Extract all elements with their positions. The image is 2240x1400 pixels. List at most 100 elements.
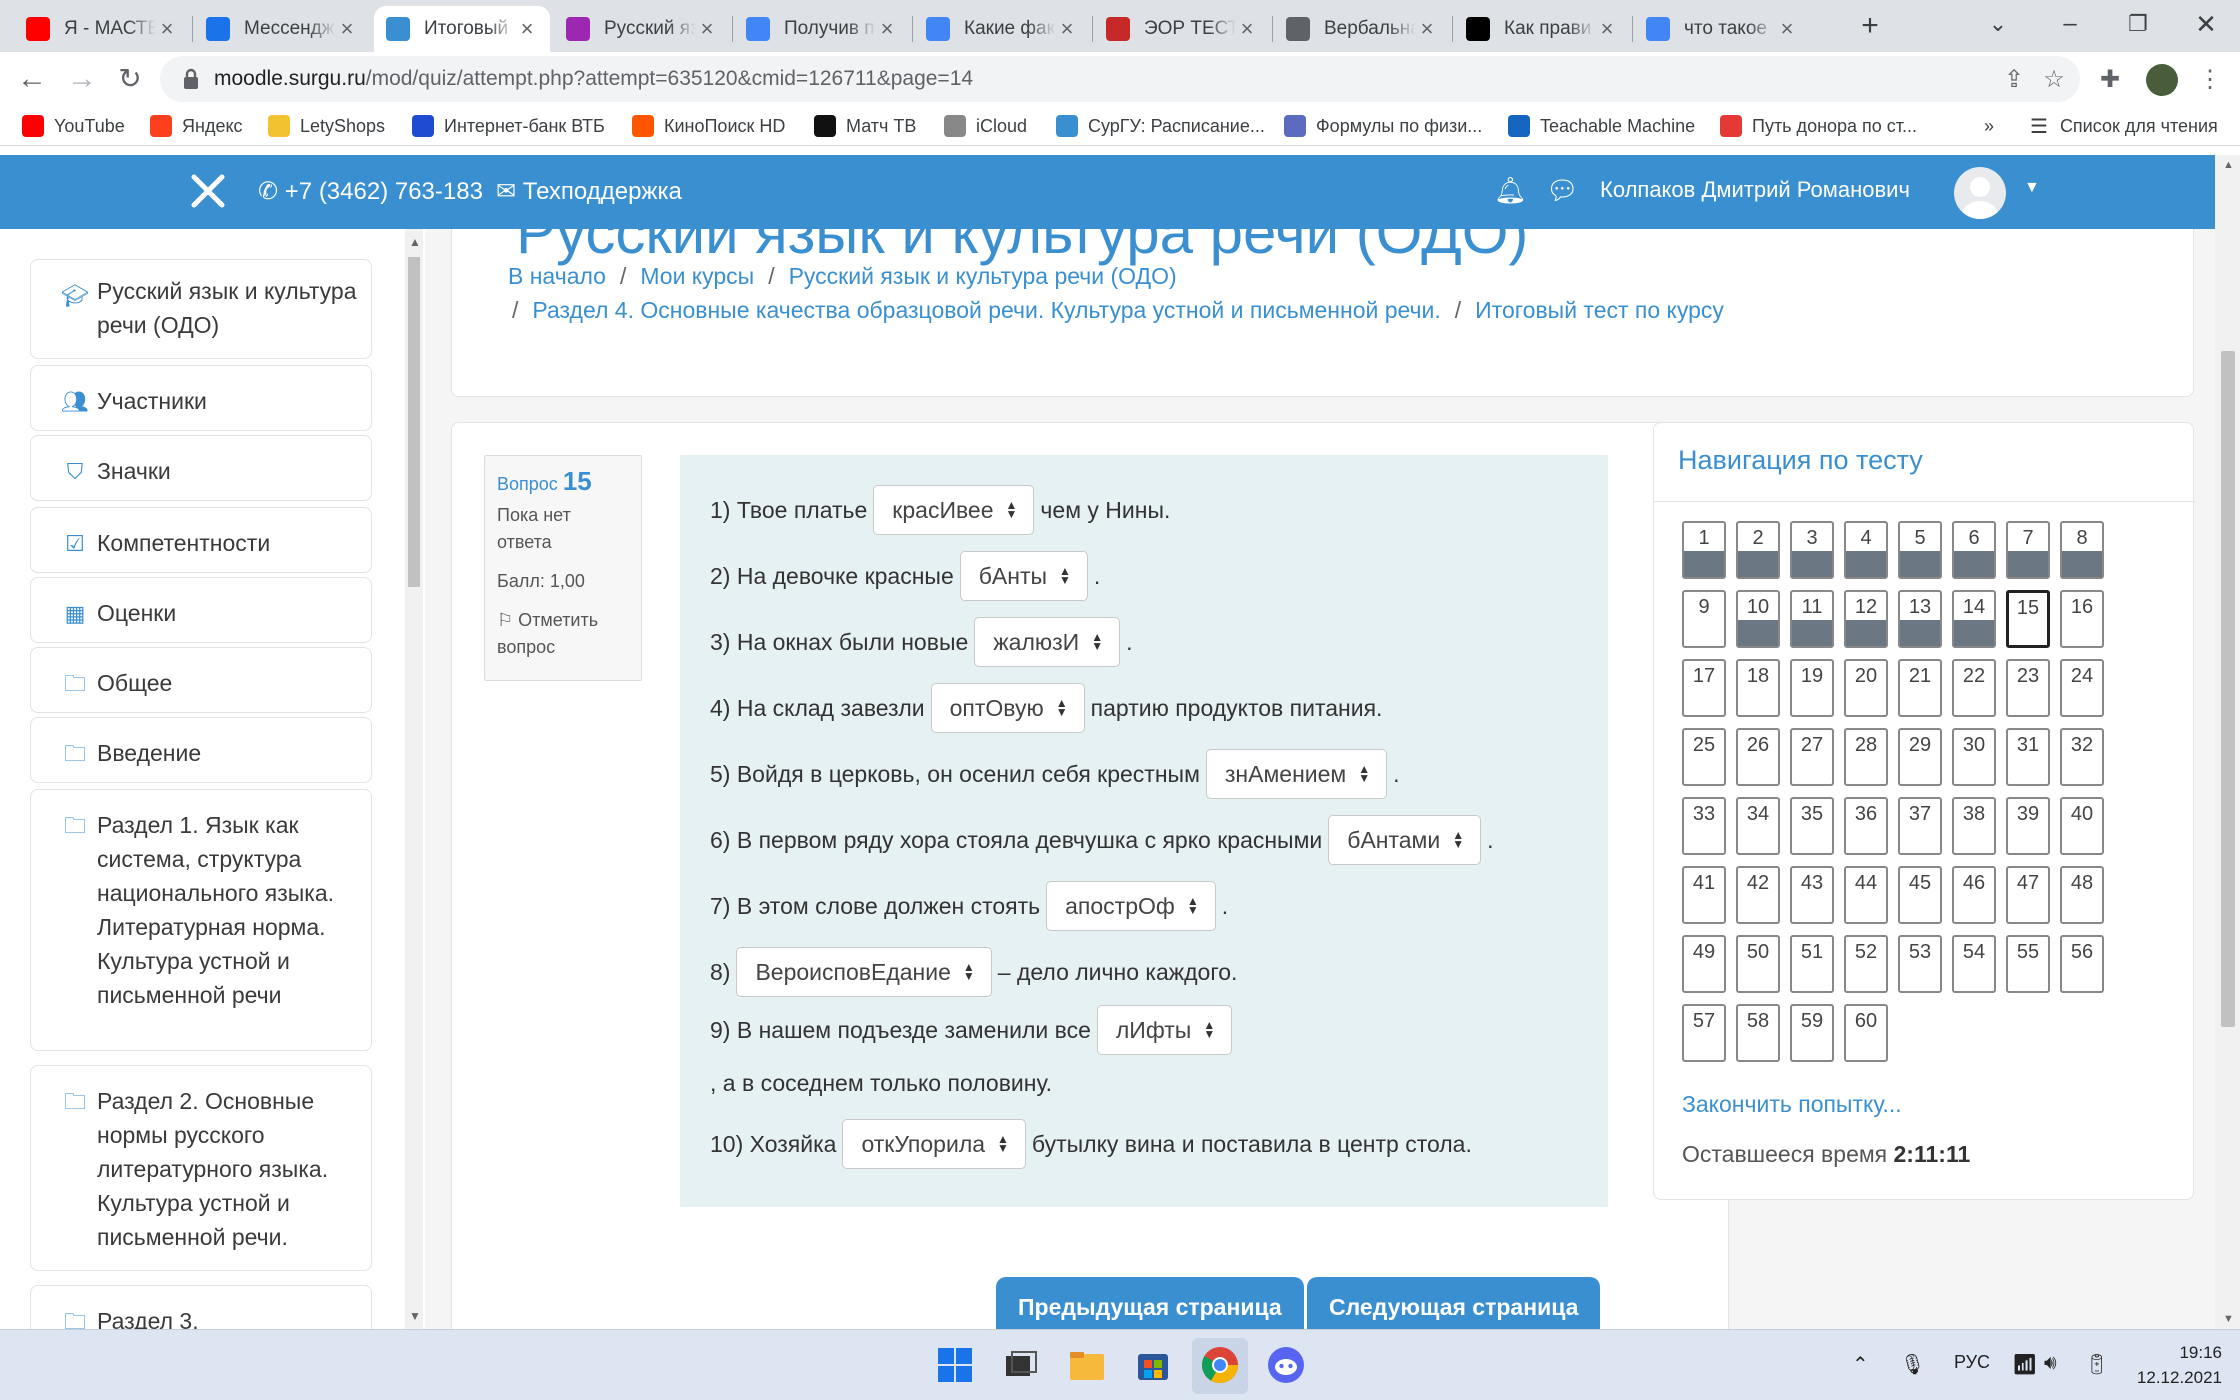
tab-close-icon[interactable]: × xyxy=(156,16,178,42)
input-language[interactable]: РУС xyxy=(1954,1352,1990,1373)
question-nav-button[interactable]: 4 xyxy=(1844,521,1888,579)
tab-close-icon[interactable]: × xyxy=(1236,16,1258,42)
question-nav-button[interactable]: 57 xyxy=(1682,1004,1726,1062)
question-nav-button[interactable]: 22 xyxy=(1952,659,1996,717)
question-nav-button[interactable]: 25 xyxy=(1682,728,1726,786)
browser-tab[interactable]: Какие фак × xyxy=(914,6,1090,52)
omnibox[interactable]: moodle.surgu.ru/mod/quiz/attempt.php?att… xyxy=(160,56,2080,102)
question-nav-button[interactable]: 18 xyxy=(1736,659,1780,717)
tab-close-icon[interactable]: × xyxy=(1776,16,1798,42)
close-drawer-icon[interactable] xyxy=(188,171,228,211)
question-nav-button[interactable]: 45 xyxy=(1898,866,1942,924)
question-nav-button[interactable]: 24 xyxy=(2060,659,2104,717)
browser-tab[interactable]: Я - МАСТЕ × xyxy=(14,6,190,52)
question-nav-button[interactable]: 26 xyxy=(1736,728,1780,786)
clock[interactable]: 19:16 12.12.2021 xyxy=(2134,1340,2222,1390)
question-nav-button[interactable]: 54 xyxy=(1952,935,1996,993)
question-nav-button[interactable]: 38 xyxy=(1952,797,1996,855)
browser-tab[interactable]: что такое × xyxy=(1634,6,1810,52)
question-nav-button[interactable]: 14 xyxy=(1952,590,1996,648)
answer-select[interactable]: знАмением ▲ ▼ xyxy=(1205,749,1388,799)
restore-button[interactable]: ❐ xyxy=(2116,4,2160,44)
question-nav-button[interactable]: 51 xyxy=(1790,935,1834,993)
answer-select[interactable]: апострОф ▲ ▼ xyxy=(1046,881,1216,931)
question-nav-button[interactable]: 34 xyxy=(1736,797,1780,855)
question-nav-button[interactable]: 33 xyxy=(1682,797,1726,855)
messages-icon[interactable]: 💬︎ xyxy=(1546,175,1579,206)
breadcrumb-link[interactable]: Итоговый тест по курсу xyxy=(1475,297,1724,323)
file-explorer-icon[interactable] xyxy=(1066,1344,1108,1386)
sidebar-item[interactable]: 🗀 Общее xyxy=(30,647,372,713)
question-nav-button[interactable]: 6 xyxy=(1952,521,1996,579)
question-nav-button[interactable]: 11 xyxy=(1790,590,1834,648)
question-nav-button[interactable]: 35 xyxy=(1790,797,1834,855)
question-nav-button[interactable]: 8 xyxy=(2060,521,2104,579)
question-nav-button[interactable]: 12 xyxy=(1844,590,1888,648)
bookmark-item[interactable]: LetyShops xyxy=(268,112,385,140)
profile-avatar[interactable] xyxy=(2146,64,2178,96)
tab-search-icon[interactable]: ⌄ xyxy=(1976,4,2020,44)
browser-tab[interactable]: Получив п × xyxy=(734,6,910,52)
breadcrumb-link[interactable]: Мои курсы xyxy=(640,263,754,289)
bookmark-item[interactable]: Яндекс xyxy=(150,112,243,140)
tab-close-icon[interactable]: × xyxy=(336,16,358,42)
reading-list-button[interactable]: ☰ Список для чтения xyxy=(2030,112,2218,140)
microphone-icon[interactable]: 🎙︎ xyxy=(1900,1352,1925,1377)
question-nav-button[interactable]: 1 xyxy=(1682,521,1726,579)
browser-tab[interactable]: Русский яз × xyxy=(554,6,730,52)
sidebar-item[interactable]: ▦ Оценки xyxy=(30,577,372,643)
question-nav-button[interactable]: 2 xyxy=(1736,521,1780,579)
next-page-button[interactable]: Следующая страница xyxy=(1307,1277,1601,1329)
tab-close-icon[interactable]: × xyxy=(1056,16,1078,42)
question-nav-button[interactable]: 58 xyxy=(1736,1004,1780,1062)
browser-tab[interactable]: ЭОР ТЕСТ × xyxy=(1094,6,1270,52)
sidebar-scroll-thumb[interactable] xyxy=(408,257,420,587)
tab-close-icon[interactable]: × xyxy=(1596,16,1618,42)
bookmark-item[interactable]: Teachable Machine xyxy=(1508,112,1695,140)
question-nav-button[interactable]: 7 xyxy=(2006,521,2050,579)
question-nav-button[interactable]: 3 xyxy=(1790,521,1834,579)
question-nav-button[interactable]: 48 xyxy=(2060,866,2104,924)
new-tab-button[interactable]: + xyxy=(1848,6,1892,46)
browser-tab[interactable]: Мессендж × xyxy=(194,6,370,52)
answer-select[interactable]: оптОвую ▲ ▼ xyxy=(930,683,1085,733)
user-avatar[interactable] xyxy=(1954,167,2006,219)
bookmark-item[interactable]: YouTube xyxy=(22,112,125,140)
question-nav-button[interactable]: 40 xyxy=(2060,797,2104,855)
sidebar-item[interactable]: 🗀 Раздел 3. xyxy=(30,1285,372,1329)
question-nav-button[interactable]: 43 xyxy=(1790,866,1834,924)
bookmark-star-icon[interactable]: ☆ xyxy=(2040,66,2068,94)
sidebar-item[interactable]: ☑ Компетентности xyxy=(30,507,372,573)
answer-select[interactable]: жалюзИ ▲ ▼ xyxy=(974,617,1121,667)
question-nav-button[interactable]: 50 xyxy=(1736,935,1780,993)
question-nav-button[interactable]: 47 xyxy=(2006,866,2050,924)
question-nav-button[interactable]: 19 xyxy=(1790,659,1834,717)
question-nav-button[interactable]: 17 xyxy=(1682,659,1726,717)
chrome-icon[interactable] xyxy=(1199,1344,1241,1386)
answer-select[interactable]: ВероисповЕдание ▲ ▼ xyxy=(736,947,992,997)
bookmark-item[interactable]: iCloud xyxy=(944,112,1027,140)
user-menu-chevron-icon[interactable]: ▼ xyxy=(2024,179,2040,197)
sidebar-item[interactable]: ⛉ Значки xyxy=(30,435,372,501)
breadcrumb-link[interactable]: Русский язык и культура речи (ОДО) xyxy=(789,263,1177,289)
question-nav-button[interactable]: 37 xyxy=(1898,797,1942,855)
notifications-bell-icon[interactable]: 🔔︎ xyxy=(1494,175,1527,206)
scroll-down-icon[interactable]: ▼ xyxy=(2223,1313,2234,1325)
question-nav-button[interactable]: 13 xyxy=(1898,590,1942,648)
tab-close-icon[interactable]: × xyxy=(1416,16,1438,42)
microsoft-store-icon[interactable] xyxy=(1132,1344,1174,1386)
sidebar-item[interactable]: 👥︎ Участники xyxy=(30,365,372,431)
windows-start-icon[interactable] xyxy=(934,1344,976,1386)
sidebar-item[interactable]: 🗀 Раздел 2. Основные нормы русского литер… xyxy=(30,1065,372,1271)
question-nav-button[interactable]: 5 xyxy=(1898,521,1942,579)
reload-button[interactable]: ↻ xyxy=(110,60,150,100)
support-phone[interactable]: ✆ +7 (3462) 763-183 xyxy=(258,177,483,206)
flag-question-link[interactable]: ⚐ Отметить вопрос xyxy=(497,607,629,661)
question-nav-button[interactable]: 39 xyxy=(2006,797,2050,855)
support-link[interactable]: ✉ Техподдержка xyxy=(496,177,682,206)
answer-select[interactable]: бАнтами ▲ ▼ xyxy=(1328,815,1482,865)
question-nav-button[interactable]: 55 xyxy=(2006,935,2050,993)
sidebar-scrollbar[interactable]: ▲ ▼ xyxy=(405,229,423,1329)
answer-select[interactable]: бАнты ▲ ▼ xyxy=(959,551,1088,601)
forward-button[interactable]: → xyxy=(62,60,102,100)
